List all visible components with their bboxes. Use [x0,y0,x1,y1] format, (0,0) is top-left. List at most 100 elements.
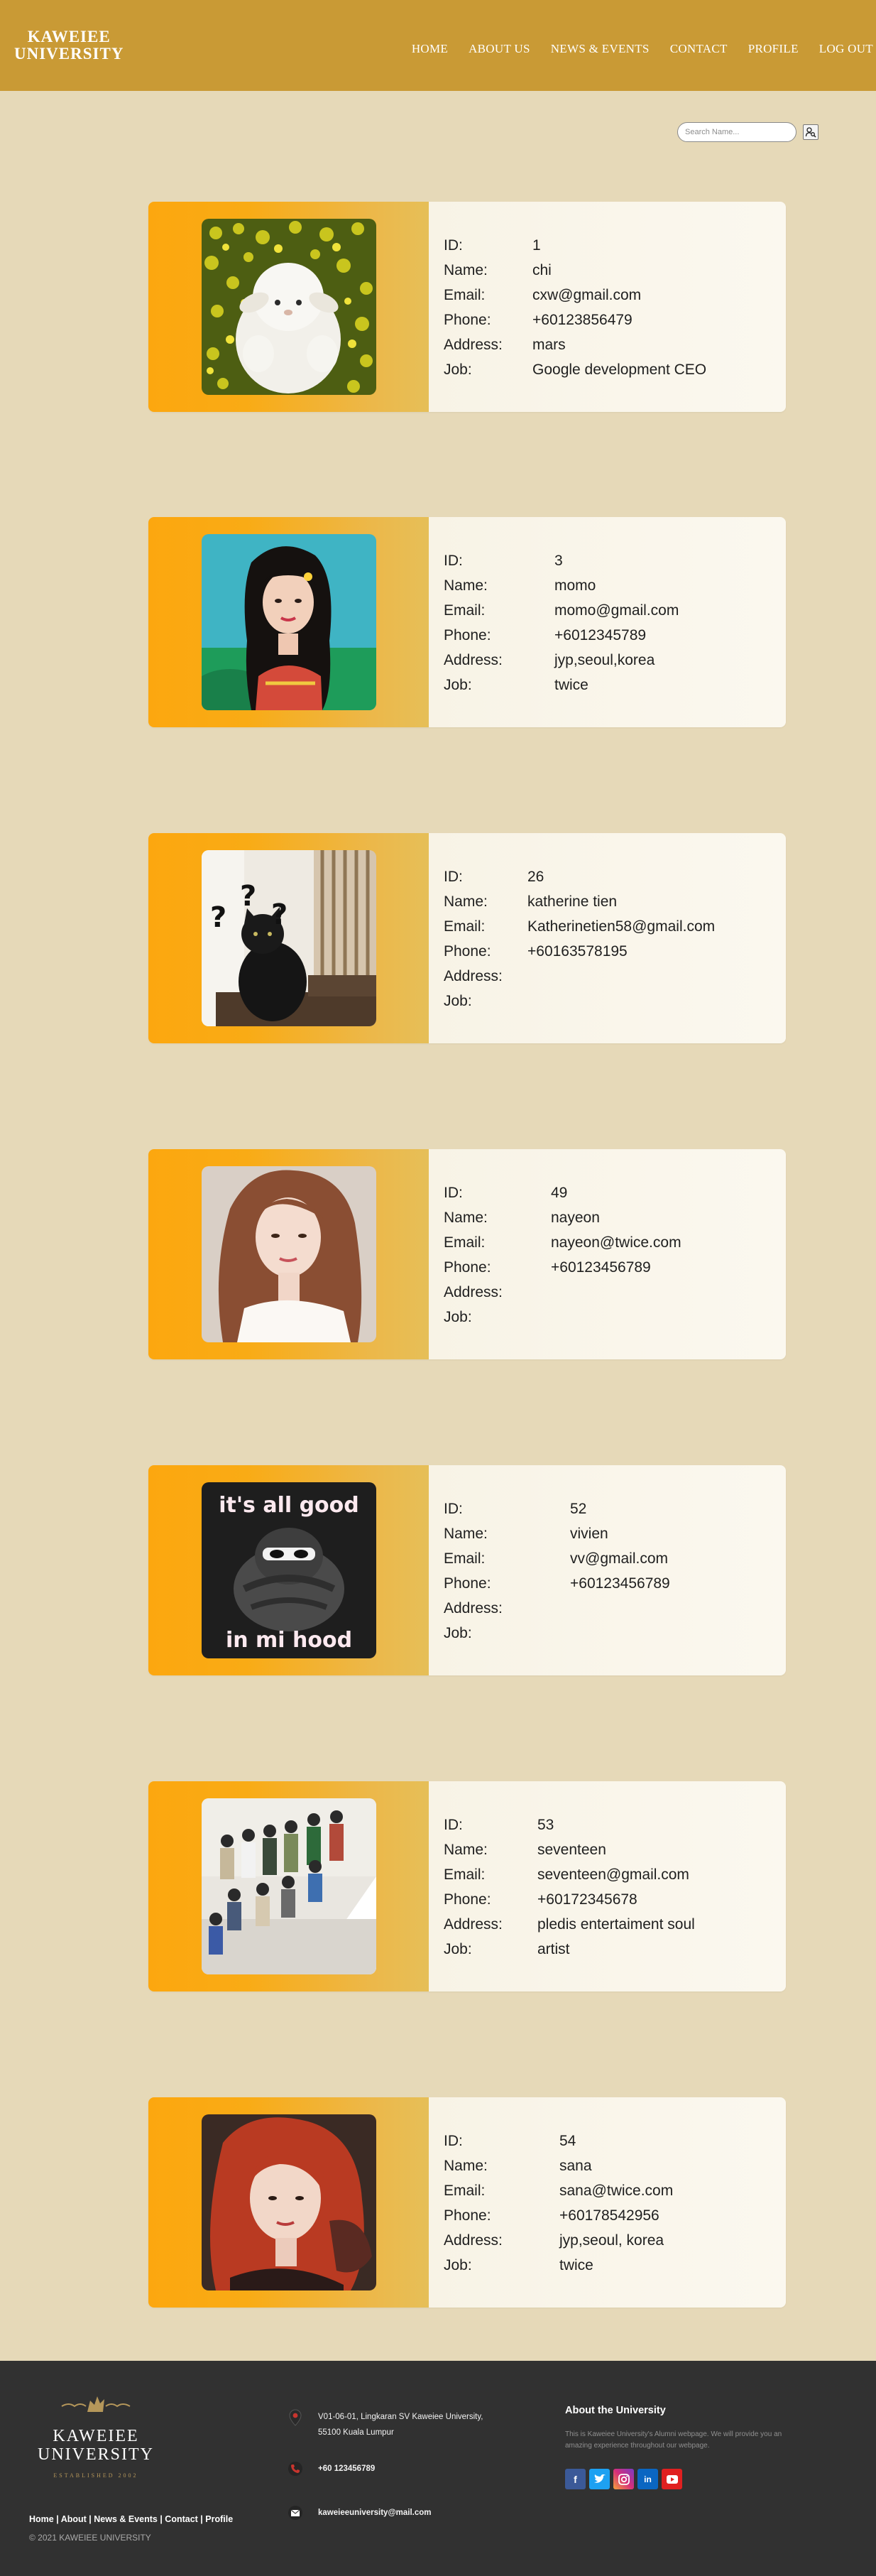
main-nav: HOME ABOUT US NEWS & EVENTS CONTACT PROF… [391,42,873,56]
phone-value: +60123456789 [570,1575,670,1592]
nav-about-us[interactable]: ABOUT US [469,42,530,56]
id-value: 1 [532,237,541,254]
footer-logo: KAWEIEE UNIVERSITY ESTABLISHED 2002 [30,2392,162,2479]
nav-home[interactable]: HOME [412,42,448,56]
email-value: sana@twice.com [559,2182,674,2199]
info-row-email: Email: nayeon@twice.com [444,1230,786,1255]
info-row-id: ID: 3 [444,548,786,573]
info-row-address: Address: [444,1596,786,1621]
phone-value: +60123456789 [551,1259,651,1276]
info-panel: ID: 26 Name: katherine tien Email: Katherin… [429,833,786,1043]
photo-panel [148,202,429,412]
instagram-icon[interactable] [613,2469,634,2489]
profile-photo [202,2114,376,2290]
site-header: KAWEIEE UNIVERSITY HOME ABOUT US NEWS & … [0,0,876,91]
id-value: 53 [537,1816,554,1833]
info-row-job: Job: [444,1621,786,1646]
info-row-job: Job: Google development CEO [444,357,786,382]
email-label: Email: [444,2182,486,2199]
footer-about-title: About the University [565,2405,666,2416]
footer-established: ESTABLISHED 2002 [53,2472,138,2479]
phone-value: +60123856479 [532,311,633,328]
info-row-id: ID: 54 [444,2129,786,2153]
address-label: Address: [444,1283,503,1300]
info-row-email: Email: Katherinetien58@gmail.com [444,914,786,939]
id-label: ID: [444,1816,463,1833]
photo-panel [148,1781,429,1991]
footer-address-line-1: V01-06-01, Lingkaran SV Kaweiee Universi… [318,2413,483,2421]
job-value: twice [554,676,588,693]
info-row-name: Name: vivien [444,1521,786,1546]
facebook-icon[interactable]: f [565,2469,586,2489]
photo-panel [148,2097,429,2308]
job-label: Job: [444,1624,472,1641]
ninja-bottom-text: in mi hood [226,1628,352,1653]
profile-photo: it's all good in mi hood [202,1482,376,1658]
job-value: twice [559,2256,593,2273]
nav-log-out[interactable]: LOG OUT [819,42,873,56]
envelope-icon [287,2504,304,2521]
name-label: Name: [444,893,488,910]
linkedin-icon[interactable]: in [637,2469,658,2489]
info-row-job: Job: [444,1305,786,1330]
profile-photo [202,1166,376,1342]
info-row-name: Name: chi [444,258,786,283]
footer-logo-line-1: KAWEIEE [53,2427,139,2445]
id-value: 3 [554,552,563,569]
phone-label: Phone: [444,1259,491,1276]
phone-value: +60163578195 [527,942,628,960]
info-row-address: Address: pledis entertaiment soul [444,1912,786,1937]
email-value: cxw@gmail.com [532,286,642,303]
info-row-email: Email: momo@gmail.com [444,598,786,623]
svg-text:?: ? [240,880,256,913]
site-logo[interactable]: KAWEIEE UNIVERSITY [14,28,124,63]
profile-card: ID: 53 Name: seventeen Email: seventeen@gma… [148,1781,786,1991]
ninja-top-text: it's all good [219,1493,359,1518]
info-row-email: Email: seventeen@gmail.com [444,1862,786,1887]
email-label: Email: [444,1234,486,1251]
footer-address-line-2: 55100 Kuala Lumpur [318,2428,394,2437]
svg-text:?: ? [210,901,226,934]
info-row-email: Email: vv@gmail.com [444,1546,786,1571]
search-input[interactable] [677,122,796,142]
job-label: Job: [444,1940,472,1957]
profile-card: ID: 49 Name: nayeon Email: nayeon@twice.com… [148,1149,786,1359]
twitter-icon[interactable] [589,2469,610,2489]
name-value: vivien [570,1525,608,1542]
nav-profile[interactable]: PROFILE [748,42,799,56]
user-search-icon [805,127,816,138]
photo-panel [148,517,429,727]
search-bar [677,122,818,142]
info-row-address: Address: [444,1280,786,1305]
info-row-name: Name: katherine tien [444,889,786,914]
youtube-icon[interactable] [662,2469,682,2489]
name-value: seventeen [537,1841,606,1858]
footer-logo-line-2: UNIVERSITY [38,2445,154,2464]
name-label: Name: [444,1209,488,1226]
info-row-address: Address: mars [444,332,786,357]
profile-photo [202,219,376,395]
email-value: momo@gmail.com [554,602,679,619]
profile-card: ? ? ? ID: 26 Name: katherine tien Email: Ka… [148,833,786,1043]
logo-line-1: KAWEIEE [27,28,111,45]
search-button[interactable] [803,124,818,140]
address-label: Address: [444,336,503,353]
nav-contact[interactable]: CONTACT [670,42,728,56]
profile-card: ID: 54 Name: sana Email: sana@twice.com Pho… [148,2097,786,2308]
address-label: Address: [444,651,503,668]
footer-email-address[interactable]: kaweieeuniversity@mail.com [318,2509,432,2517]
name-value: chi [532,261,552,278]
name-label: Name: [444,577,488,594]
profile-card: ID: 3 Name: momo Email: momo@gmail.com Phon… [148,517,786,727]
footer-links[interactable]: Home | About | News & Events | Contact |… [29,2514,233,2524]
id-label: ID: [444,1184,463,1201]
info-row-email: Email: sana@twice.com [444,2178,786,2203]
info-row-address: Address: jyp,seoul, korea [444,2228,786,2253]
profile-card: ID: 1 Name: chi Email: cxw@gmail.com Phone:… [148,202,786,412]
nav-news-events[interactable]: NEWS & EVENTS [551,42,650,56]
phone-label: Phone: [444,942,491,960]
profile-card: it's all good in mi hood ID: 52 Name: vivi… [148,1465,786,1675]
profile-photo: ? ? ? [202,850,376,1026]
photo-panel: it's all good in mi hood [148,1465,429,1675]
address-value: pledis entertaiment soul [537,1915,695,1933]
